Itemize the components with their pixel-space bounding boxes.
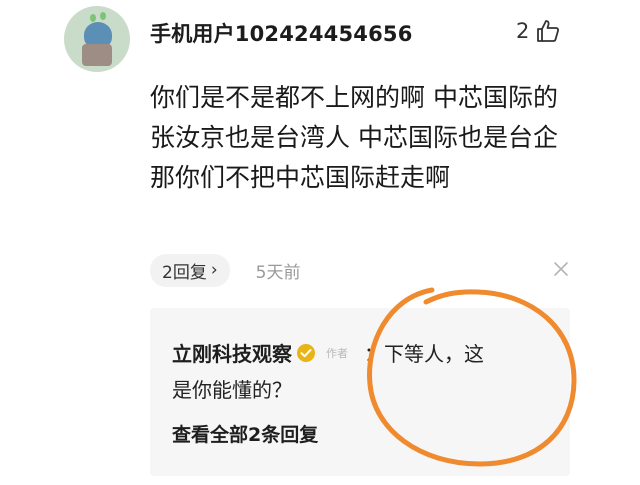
comment-text: 你们是不是都不上网的啊 中芯国际的张汝京也是台湾人 中芯国际也是台企 那你们不把… — [150, 83, 558, 192]
reply-text: ：下等人，这 — [364, 342, 484, 366]
thumbs-up-icon — [537, 20, 560, 42]
avatar-pot — [82, 44, 112, 66]
reply-author[interactable]: 立刚科技观察 — [172, 338, 292, 367]
like-button[interactable]: 2 — [516, 16, 561, 46]
reply-text-continued: 是你能懂的？ — [172, 378, 292, 402]
username[interactable]: 手机用户102424454656 — [150, 18, 413, 48]
close-icon[interactable] — [550, 258, 572, 280]
replies-label: 2回复 — [162, 262, 207, 283]
comment-meta: 2回复 › 5天前 — [150, 253, 301, 287]
comment-time: 5天前 — [255, 262, 301, 283]
view-all-replies-link[interactable]: 查看全部2条回复 — [172, 420, 318, 447]
like-count: 2 — [516, 19, 530, 43]
verified-badge-icon — [297, 343, 315, 362]
avatar[interactable] — [64, 6, 130, 72]
reply-preview[interactable]: 立刚科技观察 作者 ：下等人，这 是你能懂的？ 查看全部2条回复 — [150, 308, 570, 476]
author-tag: 作者 — [326, 346, 348, 360]
avatar-sprout — [90, 14, 96, 22]
replies-button[interactable]: 2回复 › — [150, 253, 230, 287]
chevron-right-icon: › — [210, 260, 218, 280]
avatar-sprout — [100, 12, 106, 20]
reply-line: 立刚科技观察 作者 ：下等人，这 — [172, 338, 484, 367]
